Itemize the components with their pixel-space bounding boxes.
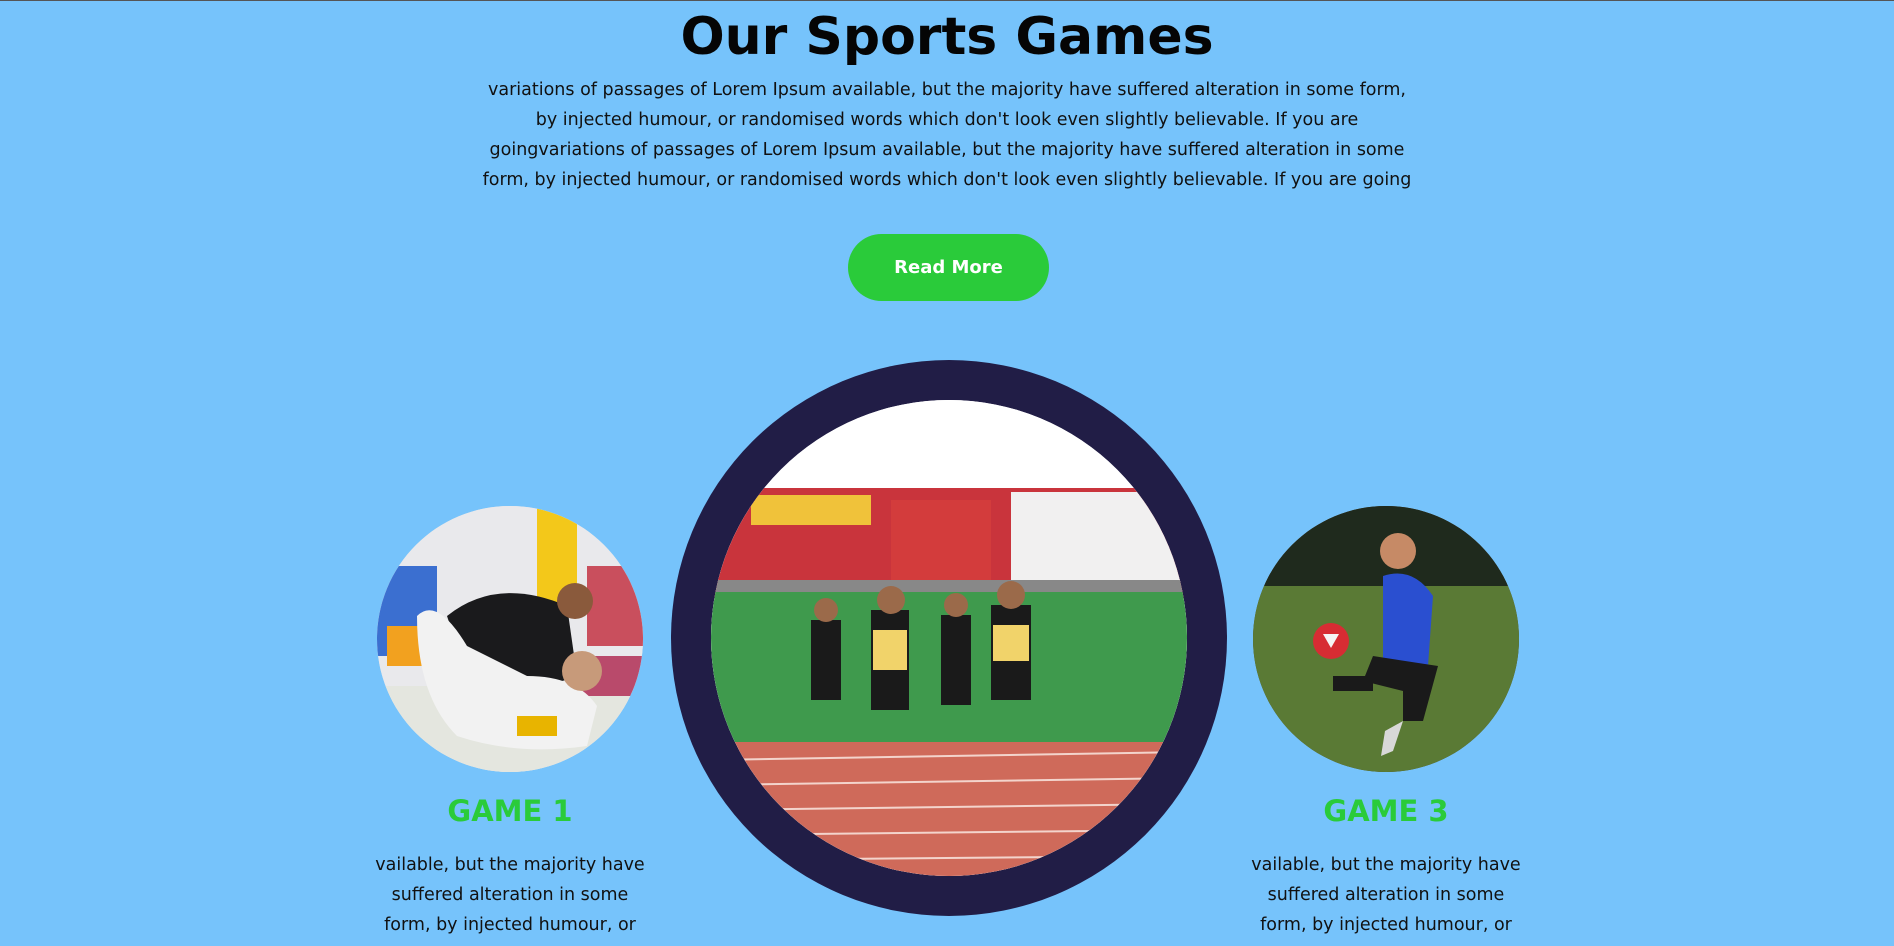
game-1-title: GAME 1	[447, 794, 573, 828]
section-title: Our Sports Games	[680, 7, 1214, 67]
featured-game-ring	[671, 360, 1227, 916]
grappling-photo	[377, 506, 643, 772]
game-2-image[interactable]	[711, 400, 1187, 876]
soccer-photo	[1253, 506, 1519, 772]
game-3-title: GAME 3	[1323, 794, 1449, 828]
section-intro-text: variations of passages of Lorem Ipsum av…	[482, 80, 1412, 190]
sprint-race-photo	[711, 400, 1187, 876]
game-1-description: vailable, but the majority have suffered…	[375, 855, 645, 935]
game-3-image[interactable]	[1253, 506, 1519, 772]
read-more-button[interactable]: Read More	[848, 234, 1049, 301]
game-3-description: vailable, but the majority have suffered…	[1251, 855, 1521, 935]
game-1-image[interactable]	[377, 506, 643, 772]
